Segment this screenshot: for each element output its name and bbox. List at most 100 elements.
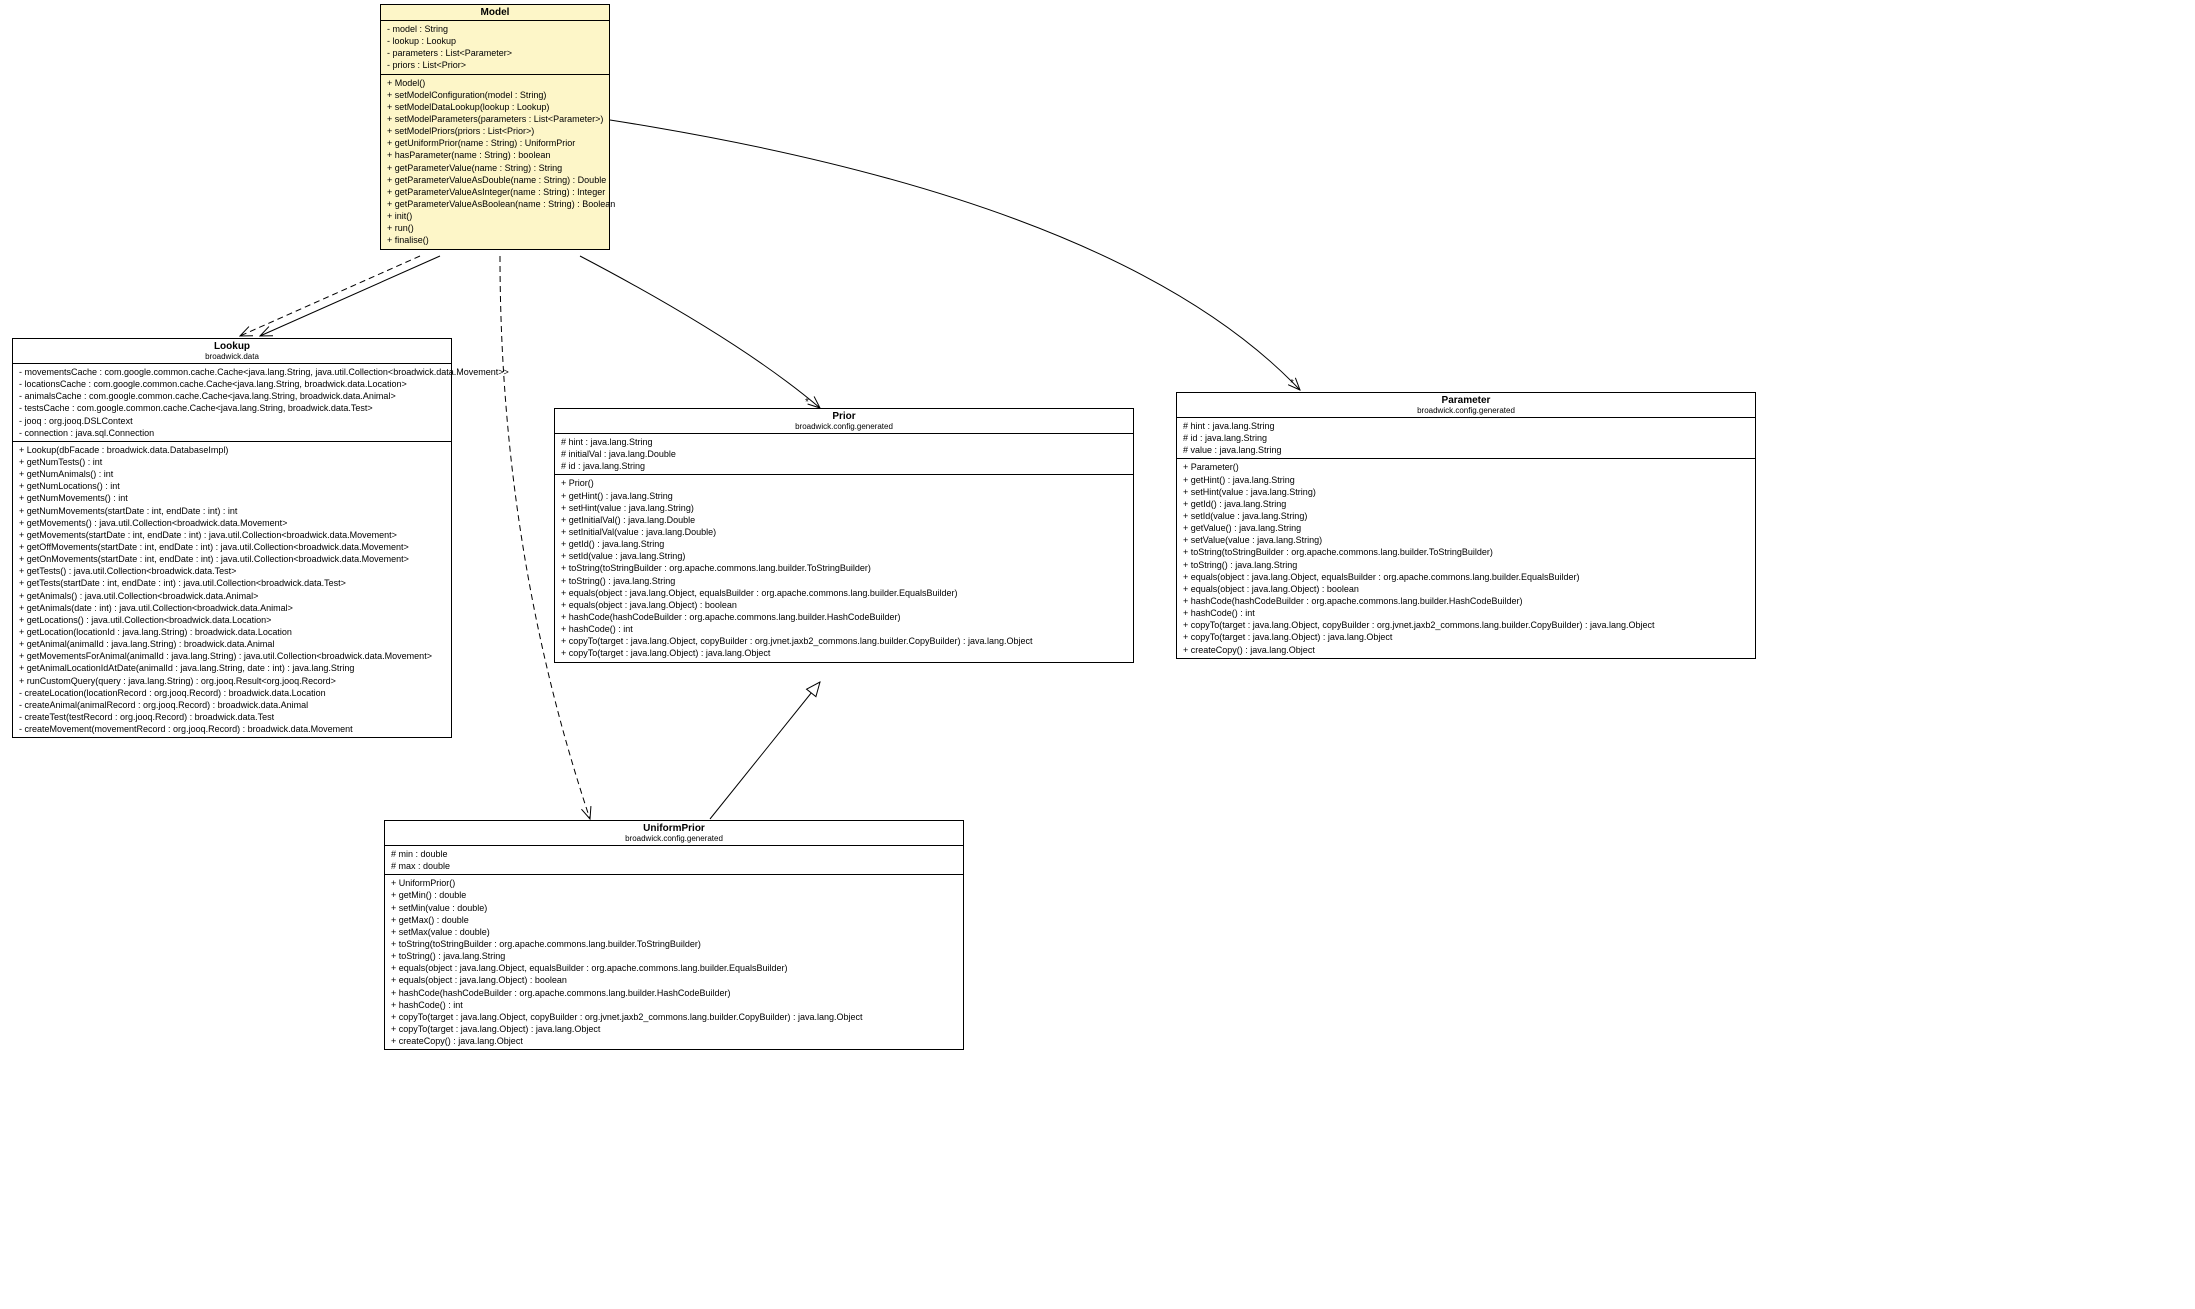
member-row: + setModelDataLookup(lookup : Lookup) xyxy=(387,101,603,113)
member-row: + Parameter() xyxy=(1183,461,1749,473)
member-row: + setMax(value : double) xyxy=(391,926,957,938)
operations-section: + Prior()+ getHint() : java.lang.String+… xyxy=(555,475,1133,661)
member-row: - movementsCache : com.google.common.cac… xyxy=(19,366,445,378)
member-row: + toString() : java.lang.String xyxy=(1183,559,1749,571)
member-row: - model : String xyxy=(387,23,603,35)
member-row: + getAnimalLocationIdAtDate(animalId : j… xyxy=(19,662,445,674)
member-row: + equals(object : java.lang.Object) : bo… xyxy=(561,599,1127,611)
member-row: + runCustomQuery(query : java.lang.Strin… xyxy=(19,675,445,687)
member-row: + getId() : java.lang.String xyxy=(1183,498,1749,510)
member-row: + equals(object : java.lang.Object, equa… xyxy=(1183,571,1749,583)
member-row: + setMin(value : double) xyxy=(391,902,957,914)
member-row: + copyTo(target : java.lang.Object, copy… xyxy=(561,635,1127,647)
member-row: + getTests() : java.util.Collection<broa… xyxy=(19,565,445,577)
member-row: - lookup : Lookup xyxy=(387,35,603,47)
member-row: + finalise() xyxy=(387,234,603,246)
attributes-section: # hint : java.lang.String# initialVal : … xyxy=(555,434,1133,475)
member-row: + getParameterValueAsBoolean(name : Stri… xyxy=(387,198,603,210)
member-row: - locationsCache : com.google.common.cac… xyxy=(19,378,445,390)
member-row: - testsCache : com.google.common.cache.C… xyxy=(19,402,445,414)
class-head: Model xyxy=(381,5,609,21)
class-model: Model - model : String- lookup : Lookup-… xyxy=(380,4,610,250)
member-row: + getParameterValueAsInteger(name : Stri… xyxy=(387,186,603,198)
class-uniformprior: UniformPrior broadwick.config.generated … xyxy=(384,820,964,1050)
class-name: Model xyxy=(387,7,603,18)
member-row: + setId(value : java.lang.String) xyxy=(1183,510,1749,522)
member-row: # value : java.lang.String xyxy=(1183,444,1749,456)
member-row: + hashCode() : int xyxy=(561,623,1127,635)
class-head: Prior broadwick.config.generated xyxy=(555,409,1133,434)
member-row: + toString() : java.lang.String xyxy=(561,575,1127,587)
member-row: + hasParameter(name : String) : boolean xyxy=(387,149,603,161)
member-row: - createMovement(movementRecord : org.jo… xyxy=(19,723,445,735)
class-package: broadwick.config.generated xyxy=(391,834,957,843)
member-row: + UniformPrior() xyxy=(391,877,957,889)
class-name: Parameter xyxy=(1183,395,1749,406)
member-row: + setModelParameters(parameters : List<P… xyxy=(387,113,603,125)
member-row: + toString(toStringBuilder : org.apache.… xyxy=(1183,546,1749,558)
svg-text:*: * xyxy=(805,397,809,408)
svg-text:*: * xyxy=(1290,378,1294,389)
class-lookup: Lookup broadwick.data - movementsCache :… xyxy=(12,338,452,738)
member-row: + getTests(startDate : int, endDate : in… xyxy=(19,577,445,589)
member-row: + getMovements() : java.util.Collection<… xyxy=(19,517,445,529)
member-row: + hashCode() : int xyxy=(1183,607,1749,619)
class-package: broadwick.config.generated xyxy=(561,422,1127,431)
attributes-section: # min : double# max : double xyxy=(385,846,963,875)
member-row: + getHint() : java.lang.String xyxy=(561,490,1127,502)
class-name: Lookup xyxy=(19,341,445,352)
member-row: - createTest(testRecord : org.jooq.Recor… xyxy=(19,711,445,723)
member-row: + copyTo(target : java.lang.Object) : ja… xyxy=(391,1023,957,1035)
member-row: + getValue() : java.lang.String xyxy=(1183,522,1749,534)
member-row: + getMovements(startDate : int, endDate … xyxy=(19,529,445,541)
member-row: + init() xyxy=(387,210,603,222)
member-row: + hashCode() : int xyxy=(391,999,957,1011)
member-row: + getUniformPrior(name : String) : Unifo… xyxy=(387,137,603,149)
member-row: # id : java.lang.String xyxy=(561,460,1127,472)
member-row: + toString(toStringBuilder : org.apache.… xyxy=(561,562,1127,574)
member-row: + setInitialVal(value : java.lang.Double… xyxy=(561,526,1127,538)
member-row: + getInitialVal() : java.lang.Double xyxy=(561,514,1127,526)
member-row: + createCopy() : java.lang.Object xyxy=(1183,644,1749,656)
class-head: Parameter broadwick.config.generated xyxy=(1177,393,1755,418)
member-row: # hint : java.lang.String xyxy=(561,436,1127,448)
member-row: + getNumTests() : int xyxy=(19,456,445,468)
member-row: + getOffMovements(startDate : int, endDa… xyxy=(19,541,445,553)
member-row: + getMax() : double xyxy=(391,914,957,926)
member-row: + getParameterValueAsDouble(name : Strin… xyxy=(387,174,603,186)
class-head: UniformPrior broadwick.config.generated xyxy=(385,821,963,846)
member-row: + getId() : java.lang.String xyxy=(561,538,1127,550)
class-name: UniformPrior xyxy=(391,823,957,834)
member-row: + createCopy() : java.lang.Object xyxy=(391,1035,957,1047)
attributes-section: # hint : java.lang.String# id : java.lan… xyxy=(1177,418,1755,459)
member-row: + hashCode(hashCodeBuilder : org.apache.… xyxy=(1183,595,1749,607)
class-head: Lookup broadwick.data xyxy=(13,339,451,364)
member-row: + getLocation(locationId : java.lang.Str… xyxy=(19,626,445,638)
member-row: + toString() : java.lang.String xyxy=(391,950,957,962)
class-prior: Prior broadwick.config.generated # hint … xyxy=(554,408,1134,663)
member-row: + getAnimals(date : int) : java.util.Col… xyxy=(19,602,445,614)
member-row: - connection : java.sql.Connection xyxy=(19,427,445,439)
member-row: + setModelPriors(priors : List<Prior>) xyxy=(387,125,603,137)
member-row: + getAnimal(animalId : java.lang.String)… xyxy=(19,638,445,650)
member-row: # id : java.lang.String xyxy=(1183,432,1749,444)
member-row: - priors : List<Prior> xyxy=(387,59,603,71)
member-row: + getLocations() : java.util.Collection<… xyxy=(19,614,445,626)
member-row: + getParameterValue(name : String) : Str… xyxy=(387,162,603,174)
member-row: + getNumMovements() : int xyxy=(19,492,445,504)
member-row: + getMin() : double xyxy=(391,889,957,901)
class-parameter: Parameter broadwick.config.generated # h… xyxy=(1176,392,1756,659)
member-row: + run() xyxy=(387,222,603,234)
member-row: + setHint(value : java.lang.String) xyxy=(561,502,1127,514)
attributes-section: - model : String- lookup : Lookup- param… xyxy=(381,21,609,75)
member-row: + Model() xyxy=(387,77,603,89)
member-row: + getNumAnimals() : int xyxy=(19,468,445,480)
member-row: + getOnMovements(startDate : int, endDat… xyxy=(19,553,445,565)
member-row: - jooq : org.jooq.DSLContext xyxy=(19,415,445,427)
member-row: + equals(object : java.lang.Object, equa… xyxy=(391,962,957,974)
member-row: + Lookup(dbFacade : broadwick.data.Datab… xyxy=(19,444,445,456)
member-row: + getAnimals() : java.util.Collection<br… xyxy=(19,590,445,602)
operations-section: + Lookup(dbFacade : broadwick.data.Datab… xyxy=(13,442,451,737)
member-row: - parameters : List<Parameter> xyxy=(387,47,603,59)
member-row: - createAnimal(animalRecord : org.jooq.R… xyxy=(19,699,445,711)
